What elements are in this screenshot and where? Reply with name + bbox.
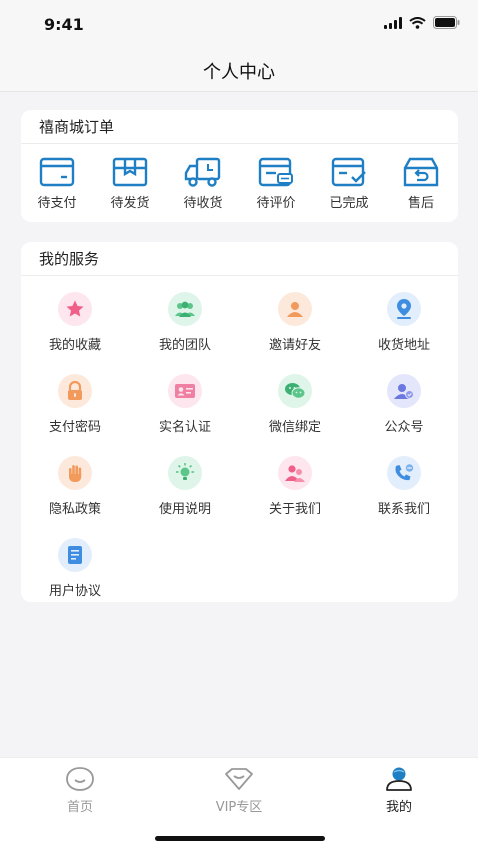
service-label: 公众号 bbox=[384, 420, 424, 435]
service-user-agreement[interactable]: 用户协议 bbox=[30, 538, 120, 599]
service-label: 用户协议 bbox=[48, 584, 101, 599]
truck-icon bbox=[184, 157, 221, 187]
service-label: 我的团队 bbox=[158, 338, 211, 353]
status-icons bbox=[384, 16, 460, 29]
tab-vip[interactable]: VIP专区 bbox=[194, 766, 284, 815]
service-label: 我的收藏 bbox=[48, 338, 101, 353]
wallet-icon bbox=[39, 157, 75, 187]
order-label: 已完成 bbox=[329, 196, 369, 211]
lock-icon bbox=[68, 381, 82, 400]
box-icon bbox=[112, 157, 148, 187]
service-official-account[interactable]: 公众号 bbox=[359, 374, 449, 435]
status-time: 9:41 bbox=[44, 15, 84, 34]
service-label: 联系我们 bbox=[377, 502, 430, 517]
profile-screen: 9:41 个人中心 禧商城订单 待支付 待发货 待收货 待评价 已完成 售后 我… bbox=[0, 0, 478, 850]
hand-icon bbox=[69, 465, 82, 483]
order-label: 待评价 bbox=[256, 196, 296, 211]
service-contact-us[interactable]: 联系我们 bbox=[359, 456, 449, 517]
service-about-us[interactable]: 关于我们 bbox=[250, 456, 340, 517]
tab-label: 我的 bbox=[385, 800, 412, 815]
service-label: 收货地址 bbox=[377, 338, 430, 353]
orders-title: 禧商城订单 bbox=[21, 110, 458, 144]
service-my-team[interactable]: 我的团队 bbox=[140, 292, 230, 353]
order-label: 待支付 bbox=[37, 196, 77, 211]
phone-icon bbox=[395, 463, 415, 481]
star-icon bbox=[66, 300, 84, 317]
service-favorites[interactable]: 我的收藏 bbox=[30, 292, 120, 353]
order-label: 售后 bbox=[407, 196, 434, 211]
order-status-row: 待支付 待发货 待收货 待评价 已完成 售后 bbox=[21, 156, 458, 216]
order-label: 待收货 bbox=[183, 196, 223, 211]
order-pending-receipt[interactable]: 待收货 bbox=[173, 156, 233, 211]
order-completed[interactable]: 已完成 bbox=[319, 156, 379, 211]
services-title: 我的服务 bbox=[21, 242, 458, 276]
order-after-sales[interactable]: 售后 bbox=[391, 156, 451, 211]
tab-label: 首页 bbox=[66, 800, 93, 815]
return-icon bbox=[403, 157, 439, 187]
service-invite-friends[interactable]: 邀请好友 bbox=[250, 292, 340, 353]
tab-label: VIP专区 bbox=[215, 800, 263, 815]
service-label: 关于我们 bbox=[268, 502, 321, 517]
service-label: 使用说明 bbox=[158, 502, 211, 517]
vip-icon bbox=[225, 768, 253, 790]
battery-icon bbox=[433, 16, 460, 29]
tab-mine[interactable]: 我的 bbox=[354, 766, 444, 815]
id-card-icon bbox=[175, 384, 195, 398]
wechat-icon bbox=[285, 383, 306, 399]
order-label: 待发货 bbox=[110, 196, 150, 211]
tab-home[interactable]: 首页 bbox=[35, 766, 125, 815]
nav-bar: 个人中心 bbox=[0, 50, 478, 92]
service-label: 支付密码 bbox=[48, 420, 101, 435]
invite-icon bbox=[287, 302, 303, 317]
order-pending-payment[interactable]: 待支付 bbox=[27, 156, 87, 211]
page-title: 个人中心 bbox=[203, 62, 275, 83]
home-indicator bbox=[155, 836, 325, 841]
service-label: 微信绑定 bbox=[268, 420, 321, 435]
service-identity-verification[interactable]: 实名认证 bbox=[140, 374, 230, 435]
order-pending-review[interactable]: 待评价 bbox=[246, 156, 306, 211]
service-payment-password[interactable]: 支付密码 bbox=[30, 374, 120, 435]
tab-bar: 首页 VIP专区 我的 bbox=[0, 757, 478, 850]
official-account-icon bbox=[394, 384, 414, 399]
service-instructions[interactable]: 使用说明 bbox=[140, 456, 230, 517]
service-wechat-binding[interactable]: 微信绑定 bbox=[250, 374, 340, 435]
document-icon bbox=[68, 546, 82, 564]
service-label: 邀请好友 bbox=[268, 338, 321, 353]
review-icon bbox=[258, 157, 293, 187]
bulb-icon bbox=[176, 463, 194, 480]
service-shipping-address[interactable]: 收货地址 bbox=[359, 292, 449, 353]
orders-card: 禧商城订单 待支付 待发货 待收货 待评价 已完成 售后 bbox=[21, 110, 458, 222]
service-label: 隐私政策 bbox=[48, 502, 101, 517]
service-label: 实名认证 bbox=[158, 420, 211, 435]
order-pending-shipment[interactable]: 待发货 bbox=[100, 156, 160, 211]
profile-icon bbox=[386, 767, 412, 791]
service-privacy-policy[interactable]: 隐私政策 bbox=[30, 456, 120, 517]
services-card: 我的服务 我的收藏 我的团队 邀请好友 收货地址 支付密码 实名认证 微信绑定 … bbox=[21, 242, 458, 602]
status-bar: 9:41 bbox=[0, 0, 478, 50]
about-icon bbox=[285, 465, 305, 482]
check-box-icon bbox=[331, 157, 366, 187]
wifi-icon bbox=[409, 16, 426, 29]
team-icon bbox=[175, 301, 195, 317]
signal-icon bbox=[384, 16, 402, 29]
location-icon bbox=[397, 299, 411, 319]
home-icon bbox=[66, 767, 94, 791]
